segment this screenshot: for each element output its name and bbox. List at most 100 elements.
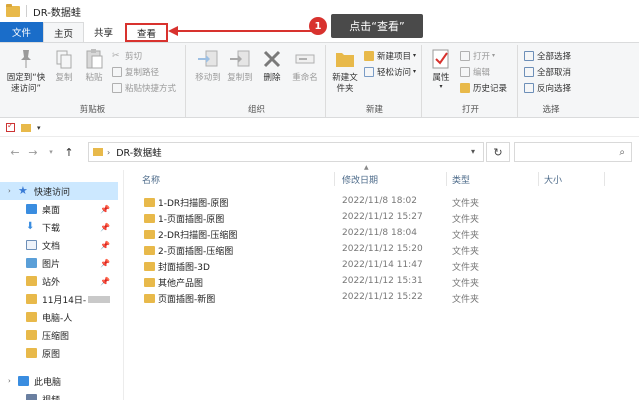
table-row[interactable]: 2-DR扫描图-压缩图 2022/11/8 18:04 文件夹	[130, 226, 620, 242]
new-folder-icon	[333, 47, 357, 71]
nav-item-nov14[interactable]: 11月14日-	[0, 290, 118, 308]
rename-button[interactable]: 重命名	[288, 47, 322, 84]
column-divider[interactable]	[334, 172, 335, 186]
table-row[interactable]: 1-页面插图-原图 2022/11/12 15:27 文件夹	[130, 210, 620, 226]
pin-icon: 📌	[100, 222, 110, 232]
search-input[interactable]: ⌕	[514, 142, 632, 162]
invert-selection-button[interactable]: 反向选择	[524, 81, 571, 94]
column-modified[interactable]: 修改日期	[342, 173, 378, 186]
file-name: 1-页面插图-原图	[158, 215, 225, 225]
easy-access-icon	[364, 66, 374, 77]
nav-item-video[interactable]: 视频	[0, 390, 118, 400]
refresh-button[interactable]: ↻	[486, 142, 510, 162]
open-button[interactable]: 打开 ▾	[460, 49, 495, 62]
copy-path-label: 复制路径	[125, 67, 160, 78]
tab-view[interactable]: 查看	[125, 23, 169, 42]
table-row[interactable]: 1-DR扫描图-原图 2022/11/8 18:02 文件夹	[130, 194, 620, 210]
properties-qat-icon[interactable]	[6, 121, 15, 132]
cut-label: 剪切	[125, 51, 143, 62]
new-item-button[interactable]: 新建项目 ▾	[364, 49, 416, 62]
file-date: 2022/11/8 18:02	[342, 196, 417, 206]
copy-icon	[52, 47, 76, 71]
file-type: 文件夹	[452, 215, 480, 225]
new-folder-button[interactable]: 新建文件夹	[330, 47, 360, 95]
file-type: 文件夹	[452, 279, 480, 289]
nav-label: 桌面	[42, 205, 61, 216]
address-row: ← → ▾ ↑ › DR-数据蛙 ▾ ↻ ⌕	[0, 140, 639, 164]
copy-button[interactable]: 复制	[50, 47, 78, 84]
folder-icon	[26, 312, 37, 322]
column-divider[interactable]	[538, 172, 539, 186]
nav-label: 视频	[42, 393, 60, 400]
address-bar[interactable]: › DR-数据蛙 ▾	[88, 142, 484, 162]
paste-icon	[82, 47, 106, 71]
table-row[interactable]: 其他产品图 2022/11/12 15:31 文件夹	[130, 274, 620, 290]
file-type: 文件夹	[452, 263, 480, 273]
pin-icon: 📌	[100, 258, 110, 268]
chevron-right-icon: ›	[107, 147, 111, 157]
up-arrow-icon[interactable]: ↑	[60, 143, 78, 161]
paste-shortcut-button[interactable]: 粘贴快捷方式	[112, 81, 176, 94]
table-row[interactable]: 2-页面插图-压缩图 2022/11/12 15:20 文件夹	[130, 242, 620, 258]
easy-access-button[interactable]: 轻松访问 ▾	[364, 65, 416, 78]
paste-button[interactable]: 粘贴	[80, 47, 108, 84]
refresh-icon: ↻	[493, 145, 503, 159]
tab-file[interactable]: 文件	[0, 22, 44, 42]
delete-label: 删除	[263, 73, 281, 83]
computer-icon	[18, 376, 29, 386]
edit-button[interactable]: 编辑	[460, 65, 490, 78]
column-size[interactable]: 大小	[544, 173, 562, 186]
nav-item-pictures[interactable]: 图片 📌	[0, 254, 118, 272]
customize-qat-dropdown-icon[interactable]: ▾	[37, 124, 41, 132]
move-to-button[interactable]: 移动到	[192, 47, 224, 84]
address-dropdown-icon[interactable]: ▾	[471, 147, 475, 156]
column-type[interactable]: 类型	[452, 173, 470, 186]
group-open: 属性 ▾ 打开 ▾ 编辑 历史记录 打开	[424, 45, 518, 117]
easy-access-label: 轻松访问	[377, 67, 412, 78]
file-date: 2022/11/8 18:04	[342, 228, 417, 238]
nav-this-pc[interactable]: › 此电脑	[0, 372, 118, 390]
properties-button[interactable]: 属性 ▾	[428, 47, 454, 90]
nav-label: 文档	[42, 241, 61, 252]
copy-to-button[interactable]: 复制到	[224, 47, 256, 84]
delete-button[interactable]: 删除	[260, 47, 284, 84]
group-new: 新建文件夹 新建项目 ▾ 轻松访问 ▾ 新建	[328, 45, 422, 117]
select-none-button[interactable]: 全部取消	[524, 65, 571, 78]
tab-share[interactable]: 共享	[84, 22, 123, 42]
copy-label: 复制	[55, 73, 73, 83]
folder-icon	[26, 330, 37, 340]
folder-icon	[144, 214, 155, 223]
nav-item-compressed[interactable]: 压缩图	[0, 326, 118, 344]
copy-path-button[interactable]: 复制路径	[112, 65, 159, 78]
expand-arrow-icon[interactable]: ›	[8, 377, 18, 385]
recent-locations-chevron-icon[interactable]: ▾	[42, 143, 60, 161]
nav-item-original[interactable]: 原图	[0, 344, 118, 362]
easy-access-dropdown-icon: ▾	[413, 68, 417, 75]
nav-item-external[interactable]: 站外 📌	[0, 272, 118, 290]
nav-item-downloads[interactable]: ⬇ 下载 📌	[0, 218, 118, 236]
table-row[interactable]: 封面插图-3D 2022/11/14 11:47 文件夹	[130, 258, 620, 274]
history-label: 历史记录	[473, 83, 508, 94]
forward-arrow-icon[interactable]: →	[24, 143, 42, 161]
nav-item-documents[interactable]: 文档 📌	[0, 236, 118, 254]
annotation-arrow	[176, 30, 316, 32]
table-row[interactable]: 页面插图-新图 2022/11/12 15:22 文件夹	[130, 290, 620, 306]
column-divider[interactable]	[446, 172, 447, 186]
copy-path-icon	[112, 66, 122, 77]
column-divider[interactable]	[604, 172, 605, 186]
expand-arrow-icon[interactable]: ›	[8, 187, 18, 195]
tab-home[interactable]: 主页	[43, 22, 85, 42]
pin-quick-access-button[interactable]: 固定到“快速访问”	[4, 47, 48, 95]
back-arrow-icon[interactable]: ←	[6, 143, 24, 161]
pin-icon: 📌	[100, 204, 110, 214]
select-all-button[interactable]: 全部选择	[524, 49, 571, 62]
history-button[interactable]: 历史记录	[460, 81, 507, 94]
column-name[interactable]: 名称	[142, 173, 160, 186]
nav-quick-access[interactable]: › ★ 快速访问	[0, 182, 118, 200]
nav-item-computer-person[interactable]: 电脑-人	[0, 308, 118, 326]
cut-button[interactable]: ✂ 剪切	[112, 49, 142, 62]
folder-icon	[6, 3, 20, 17]
nav-item-desktop[interactable]: 桌面 📌	[0, 200, 118, 218]
address-path: DR-数据蛙	[116, 148, 162, 159]
folder-qat-icon[interactable]	[21, 123, 31, 132]
